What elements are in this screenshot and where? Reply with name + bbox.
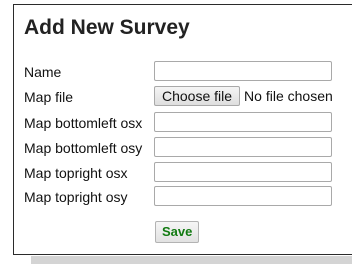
file-status-text: No file chosen xyxy=(244,88,333,104)
map-topright-osx-row: Map topright osx xyxy=(24,162,344,184)
map-file-row: Map file Choose file No file chosen xyxy=(24,86,344,108)
map-topright-osy-input[interactable] xyxy=(154,186,332,206)
map-topright-osx-label: Map topright osx xyxy=(24,165,128,181)
map-bottomleft-osy-row: Map bottomleft osy xyxy=(24,137,344,159)
name-row: Name xyxy=(24,61,344,83)
add-survey-form: Add New Survey Name Map file Choose file… xyxy=(13,4,352,255)
map-topright-osx-input[interactable] xyxy=(154,162,332,182)
map-bottomleft-osx-label: Map bottomleft osx xyxy=(24,115,143,131)
map-bottomleft-osx-input[interactable] xyxy=(154,112,332,132)
name-input[interactable] xyxy=(154,61,332,81)
map-topright-osy-row: Map topright osy xyxy=(24,186,344,208)
map-topright-osy-label: Map topright osy xyxy=(24,189,128,205)
panel-shadow xyxy=(31,256,352,264)
save-button[interactable]: Save xyxy=(155,221,200,243)
map-file-picker: Choose file No file chosen xyxy=(154,86,333,108)
map-bottomleft-osy-label: Map bottomleft osy xyxy=(24,140,143,156)
map-file-label: Map file xyxy=(24,89,74,105)
page-title: Add New Survey xyxy=(24,16,190,39)
name-label: Name xyxy=(24,64,62,80)
choose-file-button[interactable]: Choose file xyxy=(154,86,241,106)
map-bottomleft-osy-input[interactable] xyxy=(154,137,332,157)
map-bottomleft-osx-row: Map bottomleft osx xyxy=(24,112,344,134)
